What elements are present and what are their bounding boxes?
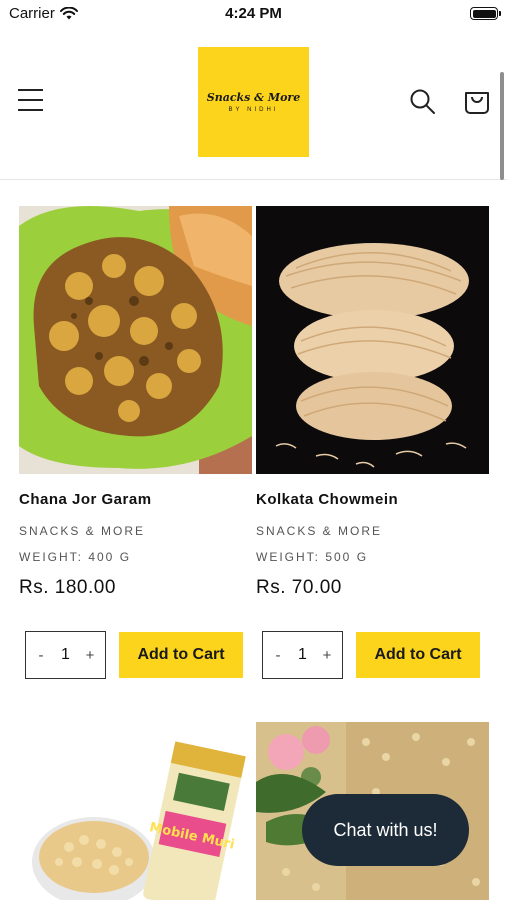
logo-subtitle: BY NIDHI [228,107,279,113]
quantity-decrease-button[interactable]: - [268,647,288,664]
logo-title: Snacks & More [206,91,301,104]
status-bar: Carrier 4:24 PM [0,0,507,28]
store-logo[interactable]: Snacks & More BY NIDHI [198,47,309,157]
product-image[interactable] [256,206,489,474]
product-card: Kolkata Chowmein SNACKS & MORE WEIGHT: 5… [256,206,489,679]
product-weight: WEIGHT: 400 G [19,550,132,564]
search-icon[interactable] [409,88,437,116]
product-card: Chana Jor Garam SNACKS & MORE WEIGHT: 40… [19,206,252,679]
add-to-cart-button[interactable]: Add to Cart [356,632,480,678]
chana-jor-garam-photo [19,206,252,474]
site-header: Snacks & More BY NIDHI [0,28,507,180]
product-actions: - 1 + Add to Cart [256,631,489,679]
chat-with-us-button[interactable]: Chat with us! [302,794,469,866]
product-card: Mobile Muri [19,722,252,900]
quantity-stepper: - 1 + [25,631,106,679]
product-vendor: SNACKS & MORE [19,524,146,538]
product-image[interactable] [19,206,252,474]
mobile-muri-photo: Mobile Muri [19,722,252,900]
product-price: Rs. 180.00 [19,577,116,598]
product-price: Rs. 70.00 [256,577,342,598]
quantity-increase-button[interactable]: + [317,647,337,664]
cart-bag-icon[interactable] [462,86,492,116]
product-vendor: SNACKS & MORE [256,524,383,538]
hamburger-menu-icon[interactable] [18,89,44,115]
product-actions: - 1 + Add to Cart [19,631,252,679]
add-to-cart-button[interactable]: Add to Cart [119,632,243,678]
product-title[interactable]: Chana Jor Garam [19,491,252,511]
kolkata-chowmein-photo [256,206,489,474]
quantity-decrease-button[interactable]: - [31,647,51,664]
quantity-value[interactable]: 1 [298,646,307,664]
quantity-value[interactable]: 1 [61,646,70,664]
scrollbar-thumb[interactable] [500,72,504,180]
product-title[interactable]: Kolkata Chowmein [256,491,489,511]
quantity-stepper: - 1 + [262,631,343,679]
status-time: 4:24 PM [225,5,282,22]
battery-icon [470,7,501,20]
quantity-increase-button[interactable]: + [80,647,100,664]
product-weight: WEIGHT: 500 G [256,550,369,564]
product-image[interactable]: Mobile Muri [19,722,252,900]
